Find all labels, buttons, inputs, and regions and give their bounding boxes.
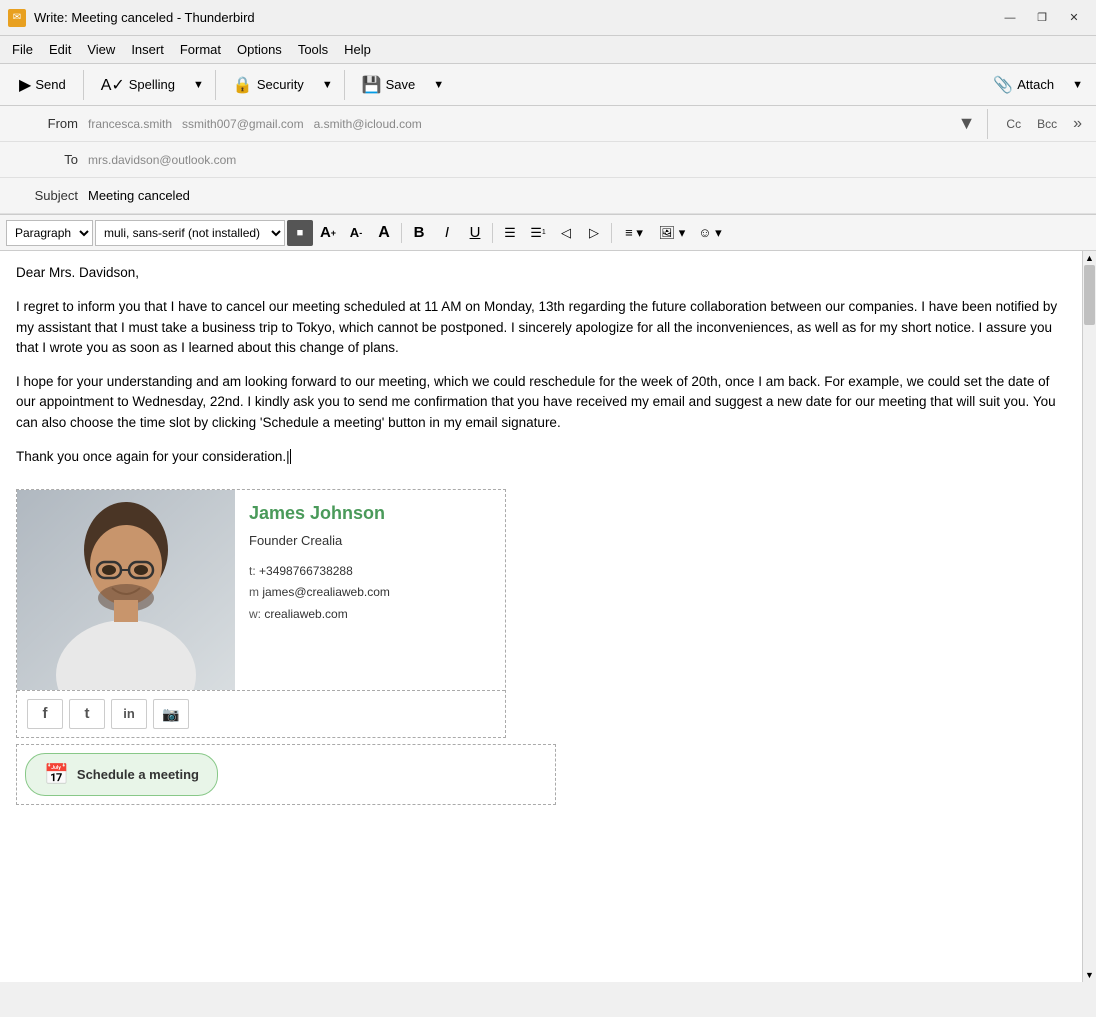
phone-line: t: +3498766738288 bbox=[249, 561, 491, 583]
toolbar-divider-2 bbox=[215, 70, 216, 100]
subject-input[interactable] bbox=[88, 184, 1088, 207]
save-icon: 💾 bbox=[362, 75, 382, 95]
paragraph-select[interactable]: Paragraph bbox=[6, 220, 93, 246]
app-icon: ✉ bbox=[8, 9, 26, 27]
font-size-up-button[interactable]: A+ bbox=[315, 220, 341, 246]
spelling-button[interactable]: A✓ Spelling bbox=[90, 70, 186, 100]
twitter-button[interactable]: t bbox=[69, 699, 105, 729]
maximize-button[interactable]: ❐ bbox=[1028, 7, 1056, 29]
from-dropdown-btn[interactable]: ▼ bbox=[958, 113, 976, 134]
bcc-button[interactable]: Bcc bbox=[1031, 115, 1063, 133]
menu-file[interactable]: File bbox=[4, 39, 41, 60]
spelling-dropdown[interactable]: ▼ bbox=[188, 74, 209, 96]
header-fields: From ▼ Cc Bcc » To Subject bbox=[0, 106, 1096, 215]
subject-label: Subject bbox=[8, 188, 88, 203]
schedule-meeting-label: Schedule a meeting bbox=[77, 767, 199, 782]
email-line: m james@crealiaweb.com bbox=[249, 582, 491, 604]
attach-button[interactable]: 📎 Attach bbox=[982, 70, 1065, 100]
save-dropdown[interactable]: ▼ bbox=[428, 74, 449, 96]
security-dropdown[interactable]: ▼ bbox=[317, 74, 338, 96]
fmt-divider-2 bbox=[492, 223, 493, 243]
toolbar-divider-1 bbox=[83, 70, 84, 100]
from-input[interactable] bbox=[88, 113, 958, 135]
send-icon: ▶ bbox=[19, 75, 31, 95]
body-paragraph-1: I regret to inform you that I have to ca… bbox=[16, 297, 1066, 358]
menu-format[interactable]: Format bbox=[172, 39, 229, 60]
to-row: To bbox=[0, 142, 1096, 178]
format-toolbar: Paragraph muli, sans-serif (not installe… bbox=[0, 215, 1096, 251]
send-button[interactable]: ▶ Send bbox=[8, 70, 77, 100]
menu-edit[interactable]: Edit bbox=[41, 39, 79, 60]
schedule-meeting-button[interactable]: 📅 Schedule a meeting bbox=[25, 753, 218, 796]
menu-view[interactable]: View bbox=[79, 39, 123, 60]
bullet-list-button[interactable]: ☰ bbox=[497, 220, 523, 246]
toolbar: ▶ Send A✓ Spelling ▼ 🔒 Security ▼ 💾 Save… bbox=[0, 64, 1096, 106]
calendar-icon: 📅 bbox=[44, 762, 69, 787]
menu-options[interactable]: Options bbox=[229, 39, 290, 60]
security-icon: 🔒 bbox=[233, 75, 253, 95]
font-grow-button[interactable]: A bbox=[371, 220, 397, 246]
to-input[interactable] bbox=[88, 149, 1088, 171]
more-button[interactable]: » bbox=[1067, 113, 1088, 135]
scroll-down-arrow[interactable]: ▼ bbox=[1083, 968, 1096, 982]
toolbar-divider-3 bbox=[344, 70, 345, 100]
menu-tools[interactable]: Tools bbox=[290, 39, 336, 60]
from-actions: ▼ Cc Bcc » bbox=[958, 109, 1088, 139]
facebook-button[interactable]: f bbox=[27, 699, 63, 729]
window-title: Write: Meeting canceled - Thunderbird bbox=[34, 10, 255, 25]
greeting: Dear Mrs. Davidson, bbox=[16, 263, 1066, 283]
scroll-up-arrow[interactable]: ▲ bbox=[1083, 251, 1096, 265]
body-paragraph-2: I hope for your understanding and am loo… bbox=[16, 372, 1066, 433]
align-button[interactable]: ≡ ▾ bbox=[616, 220, 652, 246]
subject-row: Subject bbox=[0, 178, 1096, 214]
signature-social: f t in 📷 bbox=[17, 691, 505, 737]
italic-button[interactable]: I bbox=[434, 220, 460, 246]
schedule-meeting-area: 📅 Schedule a meeting bbox=[16, 744, 556, 805]
indent-in-button[interactable]: ▷ bbox=[581, 220, 607, 246]
signature-title: Founder Crealia bbox=[249, 531, 491, 551]
from-label: From bbox=[8, 116, 88, 131]
instagram-button[interactable]: 📷 bbox=[153, 699, 189, 729]
title-bar: ✉ Write: Meeting canceled - Thunderbird … bbox=[0, 0, 1096, 36]
bold-button[interactable]: B bbox=[406, 220, 432, 246]
signature-photo bbox=[17, 490, 235, 690]
cc-button[interactable]: Cc bbox=[1000, 115, 1027, 133]
signature-block: James Johnson Founder Crealia t: +349876… bbox=[16, 489, 506, 738]
font-select[interactable]: muli, sans-serif (not installed) bbox=[95, 220, 285, 246]
signature-info: James Johnson Founder Crealia t: +349876… bbox=[235, 490, 505, 690]
bg-color-button[interactable]: ■ bbox=[287, 220, 313, 246]
scroll-thumb[interactable] bbox=[1084, 265, 1095, 325]
content-area: Dear Mrs. Davidson, I regret to inform y… bbox=[0, 251, 1096, 982]
fmt-divider-1 bbox=[401, 223, 402, 243]
save-button[interactable]: 💾 Save bbox=[351, 70, 427, 100]
underline-button[interactable]: U bbox=[462, 220, 488, 246]
linkedin-button[interactable]: in bbox=[111, 699, 147, 729]
menu-bar: File Edit View Insert Format Options Too… bbox=[0, 36, 1096, 64]
font-size-down-button[interactable]: A- bbox=[343, 220, 369, 246]
spelling-icon: A✓ bbox=[101, 75, 125, 95]
scroll-track[interactable] bbox=[1083, 265, 1096, 968]
indent-out-button[interactable]: ◁ bbox=[553, 220, 579, 246]
closing: Thank you once again for your considerat… bbox=[16, 447, 1066, 467]
signature-name: James Johnson bbox=[249, 500, 491, 527]
attach-dropdown[interactable]: ▼ bbox=[1067, 74, 1088, 96]
number-list-button[interactable]: ☰1 bbox=[525, 220, 551, 246]
image-button[interactable]: 🖼 ▾ bbox=[654, 220, 690, 246]
to-label: To bbox=[8, 152, 88, 167]
security-button[interactable]: 🔒 Security bbox=[222, 70, 315, 100]
signature-top: James Johnson Founder Crealia t: +349876… bbox=[17, 490, 505, 691]
website-line: w: crealiaweb.com bbox=[249, 604, 491, 626]
emoji-button[interactable]: ☺ ▾ bbox=[692, 220, 728, 246]
email-editor[interactable]: Dear Mrs. Davidson, I regret to inform y… bbox=[0, 251, 1082, 982]
attach-icon: 📎 bbox=[993, 75, 1013, 95]
from-row: From ▼ Cc Bcc » bbox=[0, 106, 1096, 142]
menu-insert[interactable]: Insert bbox=[123, 39, 172, 60]
window-controls: — ❐ ✕ bbox=[996, 7, 1088, 29]
menu-help[interactable]: Help bbox=[336, 39, 379, 60]
signature-contact: t: +3498766738288 m james@crealiaweb.com… bbox=[249, 561, 491, 626]
vertical-scrollbar[interactable]: ▲ ▼ bbox=[1082, 251, 1096, 982]
fmt-divider-3 bbox=[611, 223, 612, 243]
minimize-button[interactable]: — bbox=[996, 7, 1024, 29]
close-button[interactable]: ✕ bbox=[1060, 7, 1088, 29]
